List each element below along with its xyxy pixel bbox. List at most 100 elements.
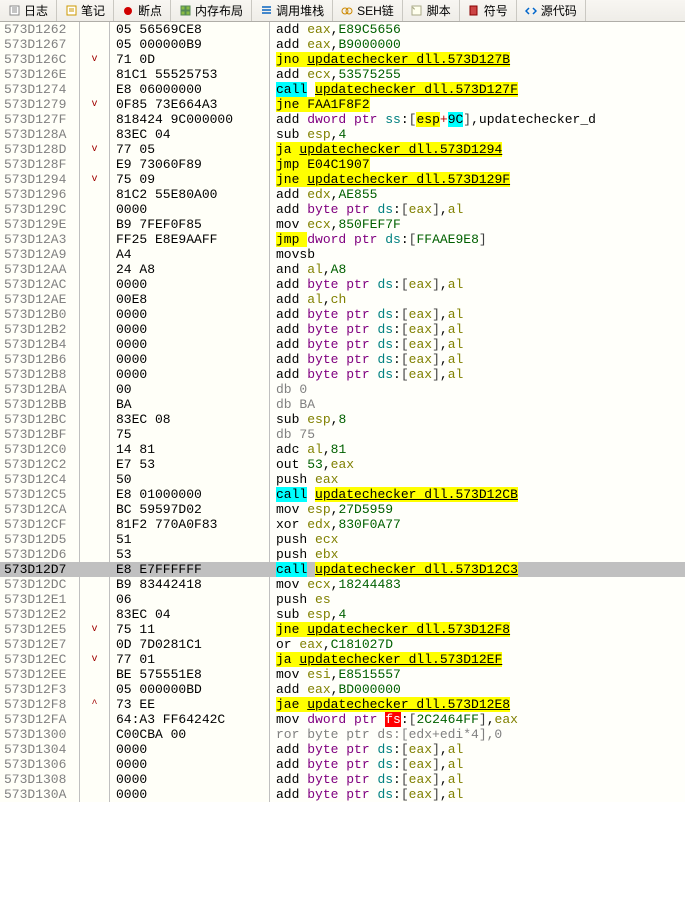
disasm-row[interactable]: 573D12A9A4movsb: [0, 247, 685, 262]
disassembly-view[interactable]: 573D126205 56569CE8add eax,E89C5656573D1…: [0, 22, 685, 802]
bytes: B9 83442418: [110, 577, 270, 592]
tab-sym[interactable]: 符号: [460, 0, 517, 21]
disasm-row[interactable]: 573D12AE00E8add al,ch: [0, 292, 685, 307]
disasm-row[interactable]: 573D12B80000add byte ptr ds:[eax],al: [0, 367, 685, 382]
disasm-row[interactable]: 573D12C2E7 53out 53,eax: [0, 457, 685, 472]
disasm-row[interactable]: 573D12D653push ebx: [0, 547, 685, 562]
disasm-row[interactable]: 573D12F8^73 EEjae updatechecker_dll.573D…: [0, 697, 685, 712]
instruction: push ebx: [270, 547, 685, 562]
disasm-row[interactable]: 573D12C014 81adc al,81: [0, 442, 685, 457]
tab-mem[interactable]: 内存布局: [171, 0, 252, 21]
disasm-row[interactable]: 573D126Cv71 0Djno updatechecker_dll.573D…: [0, 52, 685, 67]
disasm-row[interactable]: 573D13060000add byte ptr ds:[eax],al: [0, 757, 685, 772]
tab-note[interactable]: 笔记: [57, 0, 114, 21]
disasm-row[interactable]: 573D12CF81F2 770A0F83xor edx,830F0A77: [0, 517, 685, 532]
disasm-row[interactable]: 573D12AC0000add byte ptr ds:[eax],al: [0, 277, 685, 292]
disasm-row[interactable]: 573D1294v75 09jne updatechecker_dll.573D…: [0, 172, 685, 187]
instruction: jno updatechecker_dll.573D127B: [270, 52, 685, 67]
bytes: 75: [110, 427, 270, 442]
address: 573D1294: [0, 172, 80, 187]
disasm-row[interactable]: 573D12BA00db 0: [0, 382, 685, 397]
disasm-row[interactable]: 573D12B20000add byte ptr ds:[eax],al: [0, 322, 685, 337]
instruction: out 53,eax: [270, 457, 685, 472]
disasm-row[interactable]: 573D12BC83EC 08sub esp,8: [0, 412, 685, 427]
disasm-row[interactable]: 573D1274E8 06000000call updatechecker_dl…: [0, 82, 685, 97]
disasm-row[interactable]: 573D12A3FF25 E8E9AAFFjmp dword ptr ds:[F…: [0, 232, 685, 247]
disasm-row[interactable]: 573D128FE9 73060F89jmp E04C1907: [0, 157, 685, 172]
log-icon: [8, 5, 20, 17]
disasm-row[interactable]: 573D12D7E8 E7FFFFFFcall updatechecker_dl…: [0, 562, 685, 577]
bytes: BA: [110, 397, 270, 412]
disasm-row[interactable]: 573D130A0000add byte ptr ds:[eax],al: [0, 787, 685, 802]
tab-src[interactable]: 源代码: [517, 0, 586, 21]
tab-label: 笔记: [81, 2, 105, 19]
disasm-row[interactable]: 573D12D551push ecx: [0, 532, 685, 547]
disasm-row[interactable]: 573D1300C00CBA 00ror byte ptr ds:[edx+ed…: [0, 727, 685, 742]
tab-stack[interactable]: 调用堆栈: [252, 0, 333, 21]
bytes: 64:A3 FF64242C: [110, 712, 270, 727]
disasm-row[interactable]: 573D12B60000add byte ptr ds:[eax],al: [0, 352, 685, 367]
jump-arrow: [80, 217, 110, 232]
disasm-row[interactable]: 573D12E70D 7D0281C1or eax,C181027D: [0, 637, 685, 652]
tab-script[interactable]: 脚本: [403, 0, 460, 21]
disasm-row[interactable]: 573D12BF75db 75: [0, 427, 685, 442]
disasm-row[interactable]: 573D12C450push eax: [0, 472, 685, 487]
jump-arrow: [80, 442, 110, 457]
disasm-row[interactable]: 573D1279v0F85 73E664A3jne FAA1F8F2: [0, 97, 685, 112]
address: 573D1274: [0, 82, 80, 97]
disasm-row[interactable]: 573D126E81C1 55525753add ecx,53575255: [0, 67, 685, 82]
disasm-row[interactable]: 573D12BBBAdb BA: [0, 397, 685, 412]
disasm-row[interactable]: 573D12CABC 59597D02mov esp,27D5959: [0, 502, 685, 517]
instruction: add byte ptr ds:[eax],al: [270, 352, 685, 367]
disasm-row[interactable]: 573D12E5v75 11jne updatechecker_dll.573D…: [0, 622, 685, 637]
bytes: 51: [110, 532, 270, 547]
bytes: 81C2 55E80A00: [110, 187, 270, 202]
instruction: push es: [270, 592, 685, 607]
disasm-row[interactable]: 573D12AA24 A8and al,A8: [0, 262, 685, 277]
disasm-row[interactable]: 573D127F818424 9C000000add dword ptr ss:…: [0, 112, 685, 127]
bytes: E8 E7FFFFFF: [110, 562, 270, 577]
script-icon: [411, 5, 423, 17]
jump-arrow: [80, 397, 110, 412]
instruction: jne updatechecker_dll.573D129F: [270, 172, 685, 187]
disasm-row[interactable]: 573D128Dv77 05ja updatechecker_dll.573D1…: [0, 142, 685, 157]
bytes: 05 000000BD: [110, 682, 270, 697]
bytes: 0F85 73E664A3: [110, 97, 270, 112]
disasm-row[interactable]: 573D12B00000add byte ptr ds:[eax],al: [0, 307, 685, 322]
jump-arrow: [80, 502, 110, 517]
disasm-row[interactable]: 573D129C0000add byte ptr ds:[eax],al: [0, 202, 685, 217]
address: 573D12E5: [0, 622, 80, 637]
disasm-row[interactable]: 573D128A83EC 04sub esp,4: [0, 127, 685, 142]
disasm-row[interactable]: 573D12B40000add byte ptr ds:[eax],al: [0, 337, 685, 352]
disasm-row[interactable]: 573D12ECv77 01ja updatechecker_dll.573D1…: [0, 652, 685, 667]
bytes: 0D 7D0281C1: [110, 637, 270, 652]
jump-arrow: [80, 187, 110, 202]
address: 573D1262: [0, 22, 80, 37]
disasm-row[interactable]: 573D12C5E8 01000000call updatechecker_dl…: [0, 487, 685, 502]
address: 573D12AC: [0, 277, 80, 292]
disasm-row[interactable]: 573D129681C2 55E80A00add edx,AE855: [0, 187, 685, 202]
disasm-row[interactable]: 573D126705 000000B9add eax,B9000000: [0, 37, 685, 52]
disasm-row[interactable]: 573D129EB9 7FEF0F85mov ecx,850FEF7F: [0, 217, 685, 232]
disasm-row[interactable]: 573D12EEBE 575551E8mov esi,E8515557: [0, 667, 685, 682]
address: 573D12D7: [0, 562, 80, 577]
disasm-row[interactable]: 573D12FA64:A3 FF64242Cmov dword ptr fs:[…: [0, 712, 685, 727]
disasm-row[interactable]: 573D12E283EC 04sub esp,4: [0, 607, 685, 622]
jump-arrow: [80, 547, 110, 562]
disasm-row[interactable]: 573D12E106push es: [0, 592, 685, 607]
bytes: B9 7FEF0F85: [110, 217, 270, 232]
jump-arrow: [80, 127, 110, 142]
tab-seh[interactable]: SEH链: [333, 0, 403, 21]
bytes: E7 53: [110, 457, 270, 472]
address: 573D12F8: [0, 697, 80, 712]
bytes: 0000: [110, 367, 270, 382]
disasm-row[interactable]: 573D13080000add byte ptr ds:[eax],al: [0, 772, 685, 787]
disasm-row[interactable]: 573D12F305 000000BDadd eax,BD000000: [0, 682, 685, 697]
bytes: 0000: [110, 787, 270, 802]
disasm-row[interactable]: 573D126205 56569CE8add eax,E89C5656: [0, 22, 685, 37]
tab-log[interactable]: 日志: [0, 0, 57, 21]
tab-bp[interactable]: 断点: [114, 0, 171, 21]
disasm-row[interactable]: 573D12DCB9 83442418mov ecx,18244483: [0, 577, 685, 592]
address: 573D12DC: [0, 577, 80, 592]
disasm-row[interactable]: 573D13040000add byte ptr ds:[eax],al: [0, 742, 685, 757]
